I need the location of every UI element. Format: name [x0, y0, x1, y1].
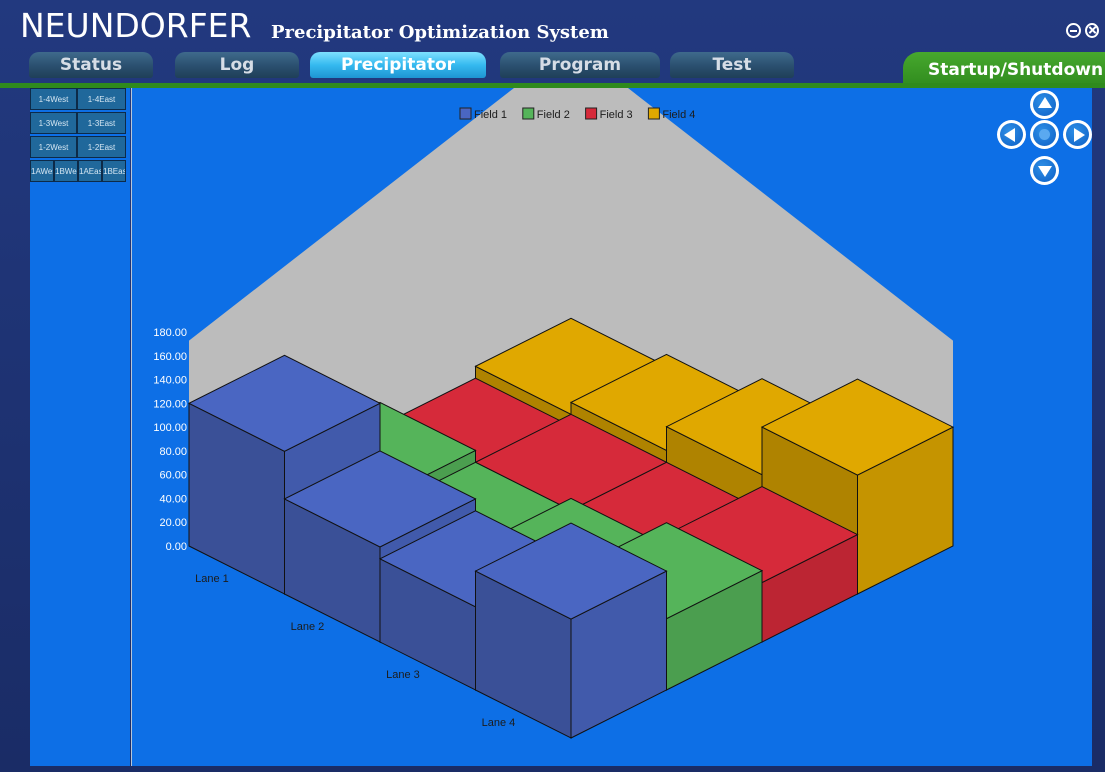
section-cell-1beast[interactable]: 1BEast	[102, 160, 126, 182]
section-cell-1-4east[interactable]: 1-4East	[77, 88, 126, 110]
app-window: NEUNDORFER Precipitator Optimization Sys…	[0, 0, 1105, 772]
legend-label-field-4: Field 4	[662, 109, 695, 121]
tab-log[interactable]: Log	[175, 52, 299, 78]
lane-label: Lane 3	[386, 669, 420, 681]
section-cell-1-3west[interactable]: 1-3West	[30, 112, 77, 134]
y-tick-label: 80.00	[159, 446, 187, 458]
y-tick-label: 100.00	[153, 422, 187, 434]
arrow-down-icon[interactable]	[1030, 156, 1059, 185]
minimize-icon[interactable]	[1066, 23, 1081, 38]
section-selector-panel: 1-4West 1-4East 1-3West 1-3East 1-2West …	[30, 88, 130, 766]
section-cell-1bwest[interactable]: 1BWest	[54, 160, 78, 182]
legend-swatch-field-1	[459, 107, 472, 120]
app-brand: NEUNDORFER	[20, 6, 252, 45]
tab-precipitator[interactable]: Precipitator	[310, 52, 486, 78]
y-tick-label: 140.00	[153, 375, 187, 387]
app-subtitle: Precipitator Optimization System	[271, 22, 609, 43]
y-tick-label: 160.00	[153, 351, 187, 363]
y-tick-label: 40.00	[159, 493, 187, 505]
section-cell-1aeast[interactable]: 1AEast	[78, 160, 102, 182]
section-cell-1-4west[interactable]: 1-4West	[30, 88, 77, 110]
status-strip	[0, 766, 1105, 772]
close-icon[interactable]	[1085, 23, 1099, 38]
y-tick-label: 180.00	[153, 327, 187, 339]
legend-swatch-field-3	[585, 107, 598, 120]
tab-test[interactable]: Test	[670, 52, 794, 78]
legend-swatch-field-2	[522, 107, 535, 120]
title-bar: NEUNDORFER Precipitator Optimization Sys…	[0, 0, 1105, 48]
tab-bar: Status Log Precipitator Program Test Sta…	[0, 48, 1105, 88]
y-tick-label: 20.00	[159, 517, 187, 529]
y-tick-label: 120.00	[153, 398, 187, 410]
arrow-left-icon[interactable]	[997, 120, 1026, 149]
y-tick-label: 0.00	[166, 541, 187, 553]
field-lane-3d-chart: Field 1 Field 2 Field 3 Field 4 0.00 20.00 40…	[153, 88, 955, 739]
legend-label-field-3: Field 3	[600, 109, 633, 121]
arrow-right-icon[interactable]	[1063, 120, 1092, 149]
arrow-up-icon[interactable]	[1030, 90, 1059, 119]
lane-label: Lane 1	[195, 573, 229, 585]
lane-label: Lane 2	[291, 621, 325, 633]
chart-panel: Field 1 Field 2 Field 3 Field 4 0.00 20.00 40…	[131, 88, 992, 766]
section-cell-1-3east[interactable]: 1-3East	[77, 112, 126, 134]
legend-label-field-2: Field 2	[537, 109, 570, 121]
center-dot-icon[interactable]	[1030, 120, 1059, 149]
tab-program[interactable]: Program	[500, 52, 660, 78]
y-tick-label: 60.00	[159, 470, 187, 482]
legend-label-field-1: Field 1	[474, 109, 507, 121]
view-nav-panel	[992, 88, 1092, 766]
section-cell-1-2east[interactable]: 1-2East	[77, 136, 126, 158]
section-cell-1-2west[interactable]: 1-2West	[30, 136, 77, 158]
section-cell-1awest[interactable]: 1AWest	[30, 160, 54, 182]
legend-swatch-field-4	[647, 107, 660, 120]
tab-status[interactable]: Status	[29, 52, 153, 78]
lane-label: Lane 4	[482, 717, 516, 729]
